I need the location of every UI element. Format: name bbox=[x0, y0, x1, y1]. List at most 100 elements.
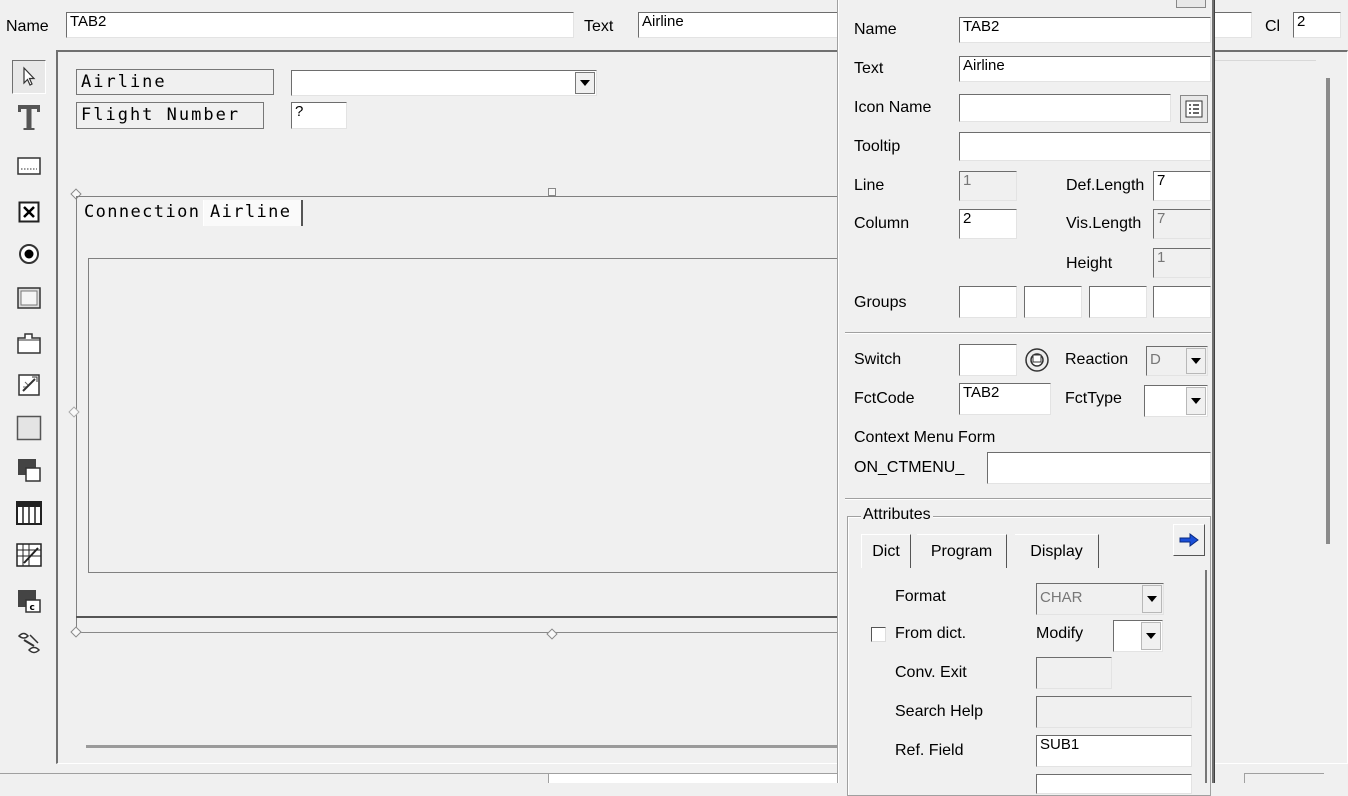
prop-conv-exit-input[interactable] bbox=[1036, 657, 1112, 689]
prop-tooltip-input[interactable] bbox=[959, 132, 1211, 161]
prop-vislength-input[interactable]: 7 bbox=[1153, 209, 1211, 239]
input-field-icon[interactable] bbox=[12, 149, 46, 183]
status-icon-icon[interactable] bbox=[12, 626, 46, 660]
top-extra-input[interactable] bbox=[1212, 12, 1252, 38]
pushbutton-icon[interactable] bbox=[12, 281, 46, 315]
attributes-panel: Name TAB2 Text Airline Icon Name Tooltip… bbox=[838, 0, 1214, 796]
modify-dropdown-arrow-icon[interactable] bbox=[1141, 622, 1161, 650]
tabstrip-bottom-line bbox=[76, 616, 846, 618]
prop-deflength-input[interactable]: 7 bbox=[1153, 171, 1211, 201]
from-dict-checkbox[interactable] bbox=[871, 627, 886, 642]
cl-input[interactable]: 2 bbox=[1293, 12, 1341, 38]
prop-onctmenu-label: ON_CTMENU_ bbox=[854, 459, 965, 476]
tabstrip-bottom-line-2 bbox=[76, 632, 846, 633]
flight-number-input[interactable]: ? bbox=[291, 102, 347, 129]
prop-format-label: Format bbox=[895, 588, 946, 605]
tabstrip-wizard-icon[interactable] bbox=[12, 368, 46, 402]
prop-column-input[interactable]: 2 bbox=[959, 209, 1017, 239]
text-field-icon[interactable] bbox=[12, 100, 46, 134]
cl-label: Cl bbox=[1265, 18, 1281, 35]
prop-fctcode-label: FctCode bbox=[854, 390, 915, 407]
airline-dropdown-arrow-icon[interactable] bbox=[575, 72, 595, 94]
attributes-group-label: Attributes bbox=[861, 505, 933, 525]
flight-number-label[interactable]: Flight Number bbox=[76, 102, 264, 129]
format-dropdown-arrow-icon[interactable] bbox=[1142, 585, 1162, 613]
fcttype-dropdown-arrow-icon[interactable] bbox=[1186, 387, 1206, 415]
name-label: Name bbox=[6, 18, 49, 35]
tab-dict[interactable]: Dict bbox=[861, 534, 911, 568]
prop-groups-label: Groups bbox=[854, 294, 907, 311]
list-icon bbox=[1185, 100, 1203, 118]
text-label: Text bbox=[584, 18, 614, 35]
subscreen-icon[interactable] bbox=[12, 453, 46, 487]
table-control-icon[interactable] bbox=[12, 496, 46, 530]
name-input[interactable]: TAB2 bbox=[66, 12, 574, 38]
prop-reaction-value: D bbox=[1150, 351, 1161, 368]
prop-line-input[interactable]: 1 bbox=[959, 171, 1017, 201]
prop-group-2-input[interactable] bbox=[1024, 286, 1082, 318]
tabstrip-icon[interactable] bbox=[12, 326, 46, 360]
prop-reaction-label: Reaction bbox=[1065, 351, 1129, 368]
prop-switch-label: Switch bbox=[854, 351, 902, 368]
prop-ref-field-label: Ref. Field bbox=[895, 742, 964, 759]
custom-control-icon[interactable]: c bbox=[12, 584, 46, 618]
prop-from-dict-label: From dict. bbox=[895, 625, 967, 642]
prop-group-1-input[interactable] bbox=[959, 286, 1017, 318]
icon-picker-button[interactable] bbox=[1180, 95, 1208, 123]
prop-next-input[interactable] bbox=[1036, 774, 1192, 794]
box-icon[interactable] bbox=[12, 411, 46, 445]
status-field-right bbox=[1244, 773, 1324, 783]
prop-fctcode-input[interactable]: TAB2 bbox=[959, 383, 1051, 415]
prop-modify-dropdown[interactable] bbox=[1113, 620, 1163, 652]
prop-search-help-input[interactable] bbox=[1036, 696, 1192, 728]
prop-name-label: Name bbox=[854, 21, 897, 38]
prop-tooltip-label: Tooltip bbox=[854, 138, 901, 155]
pointer-icon[interactable] bbox=[12, 60, 46, 94]
canvas-horizontal-scrollbar[interactable] bbox=[86, 745, 846, 748]
attributes-detail-button[interactable] bbox=[1173, 524, 1205, 556]
prop-ref-field-input[interactable]: SUB1 bbox=[1036, 735, 1192, 767]
panel-top-button[interactable] bbox=[1176, 0, 1206, 8]
tabstrip-handle-top[interactable] bbox=[548, 188, 556, 196]
tab-program[interactable]: Program bbox=[917, 534, 1007, 568]
prop-format-dropdown[interactable]: CHAR bbox=[1036, 583, 1164, 615]
radio-button-icon[interactable] bbox=[12, 237, 46, 271]
attributes-tabs: Dict Program Display bbox=[861, 534, 1109, 568]
tab-connection[interactable]: Connection bbox=[80, 200, 202, 226]
prop-column-label: Column bbox=[854, 215, 910, 232]
switch-edit-icon bbox=[1025, 348, 1049, 372]
tab-subscreen-area[interactable] bbox=[88, 258, 846, 573]
canvas-vertical-scrollbar[interactable] bbox=[1326, 78, 1330, 544]
prop-conv-exit-label: Conv. Exit bbox=[895, 664, 967, 681]
tab-airline[interactable]: Airline bbox=[203, 200, 303, 226]
checkbox-icon[interactable] bbox=[12, 195, 46, 229]
prop-icon-name-input[interactable] bbox=[959, 94, 1171, 122]
prop-onctmenu-input[interactable] bbox=[987, 452, 1211, 484]
prop-modify-label: Modify bbox=[1036, 625, 1084, 642]
prop-name-input[interactable]: TAB2 bbox=[959, 17, 1211, 43]
prop-vislength-label: Vis.Length bbox=[1066, 215, 1142, 232]
prop-height-input[interactable]: 1 bbox=[1153, 248, 1211, 278]
prop-text-input[interactable]: Airline bbox=[959, 56, 1211, 82]
tab-display[interactable]: Display bbox=[1015, 534, 1099, 568]
table-wizard-icon[interactable] bbox=[12, 538, 46, 572]
arrow-right-icon bbox=[1179, 533, 1199, 547]
airline-label[interactable]: Airline bbox=[76, 69, 274, 95]
text-input[interactable]: Airline bbox=[638, 12, 842, 38]
prop-reaction-dropdown[interactable]: D bbox=[1146, 346, 1208, 376]
prop-height-label: Height bbox=[1066, 255, 1113, 272]
switch-edit-button[interactable] bbox=[1021, 346, 1053, 374]
prop-switch-input[interactable] bbox=[959, 344, 1017, 376]
airline-dropdown[interactable] bbox=[291, 70, 597, 96]
reaction-dropdown-arrow-icon[interactable] bbox=[1186, 348, 1206, 374]
prop-text-label: Text bbox=[854, 60, 884, 77]
prop-group-4-input[interactable] bbox=[1153, 286, 1211, 318]
canvas-right-line bbox=[1212, 60, 1316, 61]
prop-search-help-label: Search Help bbox=[895, 703, 984, 720]
prop-fcttype-label: FctType bbox=[1065, 390, 1122, 407]
separator-1 bbox=[845, 332, 1211, 334]
prop-fcttype-dropdown[interactable] bbox=[1144, 385, 1208, 417]
prop-context-menu-label: Context Menu Form bbox=[854, 429, 996, 446]
tabstrip-top-line bbox=[76, 196, 846, 197]
prop-group-3-input[interactable] bbox=[1089, 286, 1147, 318]
